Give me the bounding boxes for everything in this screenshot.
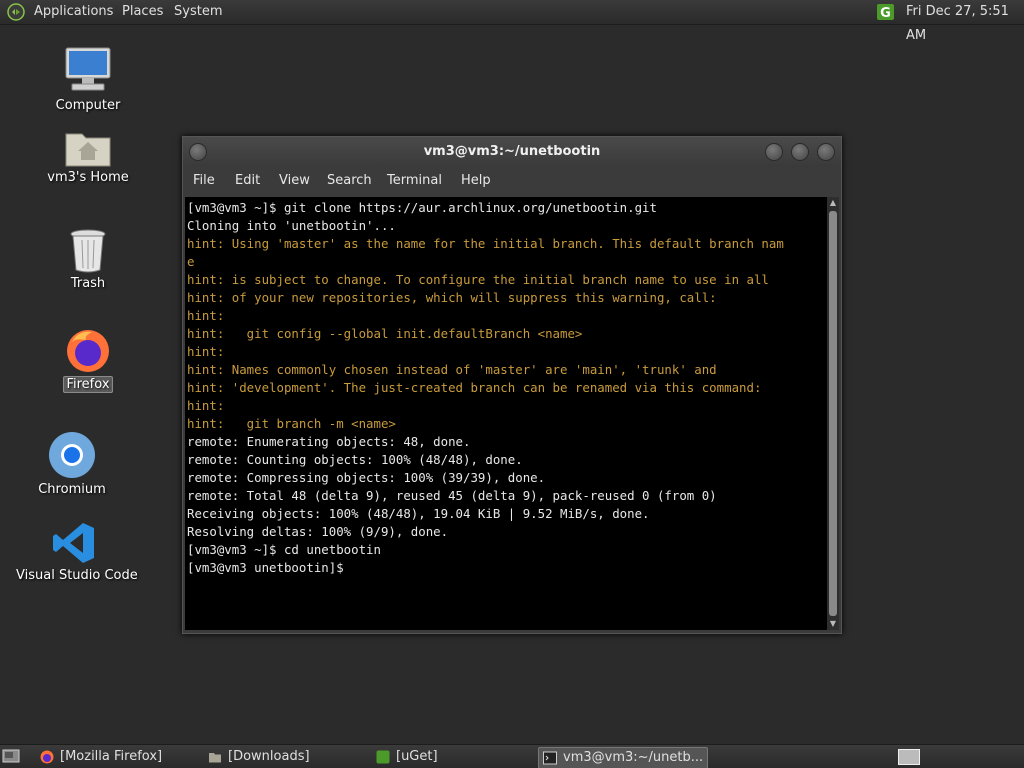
terminal-line: hint: Using 'master' as the name for the… [187, 236, 784, 251]
places-menu[interactable]: Places [122, 0, 163, 24]
menu-view[interactable]: View [279, 167, 310, 195]
top-panel: Applications Places System G Fri Dec 27,… [0, 0, 1024, 43]
terminal-line: hint: Names commonly chosen instead of '… [187, 362, 717, 377]
uget-tray-icon[interactable]: G [876, 3, 895, 21]
task-uget[interactable]: [uGet] [372, 747, 532, 767]
bottom-panel: [Mozilla Firefox] [Downloads] [uGet] vm3… [0, 744, 1024, 768]
menu-search[interactable]: Search [327, 167, 372, 195]
terminal-line: hint: 'development'. The just-created br… [187, 380, 762, 395]
show-desktop-icon[interactable] [2, 748, 20, 764]
terminal-line: hint: [187, 398, 225, 413]
task-terminal[interactable]: vm3@vm3:~/unetb... [538, 747, 708, 768]
terminal-line: remote: Total 48 (delta 9), reused 45 (d… [187, 488, 717, 503]
close-button[interactable] [817, 143, 835, 161]
terminal-line: Receiving objects: 100% (48/48), 19.04 K… [187, 506, 650, 521]
menu-file[interactable]: File [193, 167, 215, 195]
terminal-line: Cloning into 'unetbootin'... [187, 218, 396, 233]
task-downloads[interactable]: [Downloads] [204, 747, 364, 767]
desktop-icon-chromium[interactable]: Chromium [32, 430, 112, 497]
terminal-line: [vm3@vm3 ~]$ cd unetbootin [187, 542, 381, 557]
minimize-button[interactable] [765, 143, 783, 161]
desktop-icon-trash[interactable]: Trash [52, 228, 124, 291]
desktop-icon-vscode[interactable]: Visual Studio Code [14, 520, 138, 583]
desktop-icon-label: Visual Studio Code [16, 568, 138, 583]
task-label: [Downloads] [228, 749, 310, 764]
task-firefox[interactable]: [Mozilla Firefox] [36, 747, 196, 767]
workspace-switcher[interactable] [898, 749, 920, 765]
desktop-icon-label: Firefox [63, 376, 113, 393]
desktop-icon-firefox[interactable]: Firefox [52, 326, 124, 393]
applications-menu[interactable]: Applications [34, 0, 113, 24]
terminal-output[interactable]: [vm3@vm3 ~]$ git clone https://aur.archl… [185, 197, 827, 630]
firefox-icon [40, 750, 54, 764]
terminal-window: vm3@vm3:~/unetbootin File Edit View Sear… [182, 136, 842, 634]
window-titlebar[interactable]: vm3@vm3:~/unetbootin [183, 137, 841, 167]
folder-icon [209, 753, 221, 763]
terminal-line: hint: is subject to change. To configure… [187, 272, 769, 287]
distro-logo-icon[interactable] [7, 3, 25, 21]
task-label: [uGet] [396, 749, 438, 764]
desktop-icon-label: vm3's Home [47, 170, 129, 185]
desktop-icon-computer[interactable]: Computer [48, 44, 128, 113]
terminal-line: remote: Enumerating objects: 48, done. [187, 434, 471, 449]
scrollbar-thumb[interactable] [829, 211, 837, 616]
home-folder-icon [65, 133, 111, 167]
chromium-icon [49, 432, 95, 478]
terminal-line: hint: [187, 344, 225, 359]
terminal-line: [vm3@vm3 ~]$ git clone https://aur.archl… [187, 200, 657, 215]
terminal-menubar: File Edit View Search Terminal Help [183, 167, 841, 195]
terminal-line: hint: [187, 308, 225, 323]
trash-icon [70, 229, 106, 273]
terminal-line: hint: git config --global init.defaultBr… [187, 326, 583, 341]
maximize-button[interactable] [791, 143, 809, 161]
desktop-icon-label: Chromium [38, 482, 106, 497]
terminal-line: remote: Counting objects: 100% (48/48), … [187, 452, 523, 467]
terminal-line: Resolving deltas: 100% (9/9), done. [187, 524, 449, 539]
uget-icon [376, 750, 390, 764]
system-menu[interactable]: System [174, 0, 222, 24]
terminal-line: hint: of your new repositories, which wi… [187, 290, 717, 305]
menu-terminal[interactable]: Terminal [387, 167, 442, 195]
desktop-icon-home[interactable]: vm3's Home [44, 128, 132, 185]
terminal-line: e [187, 254, 195, 269]
scroll-up-arrow-icon[interactable]: ▲ [827, 197, 839, 209]
clock[interactable]: Fri Dec 27, 5:51 AM [906, 0, 1024, 48]
terminal-icon [543, 751, 557, 765]
terminal-scrollbar[interactable]: ▲ ▼ [827, 197, 839, 630]
svg-text:G: G [880, 6, 891, 21]
window-title: vm3@vm3:~/unetbootin [423, 144, 601, 159]
computer-icon [65, 47, 111, 91]
terminal-line: [vm3@vm3 unetbootin]$ [187, 560, 344, 575]
desktop-icon-label: Trash [70, 276, 106, 291]
scroll-down-arrow-icon[interactable]: ▼ [827, 618, 839, 630]
task-label: vm3@vm3:~/unetb... [563, 750, 704, 765]
vscode-icon [53, 523, 94, 563]
task-label: [Mozilla Firefox] [60, 749, 163, 764]
menu-edit[interactable]: Edit [235, 167, 260, 195]
menu-help[interactable]: Help [461, 167, 491, 195]
desktop-icon-label: Computer [55, 98, 121, 113]
terminal-line: remote: Compressing objects: 100% (39/39… [187, 470, 546, 485]
terminal-line: hint: git branch -m <name> [187, 416, 396, 431]
firefox-icon [67, 330, 109, 372]
